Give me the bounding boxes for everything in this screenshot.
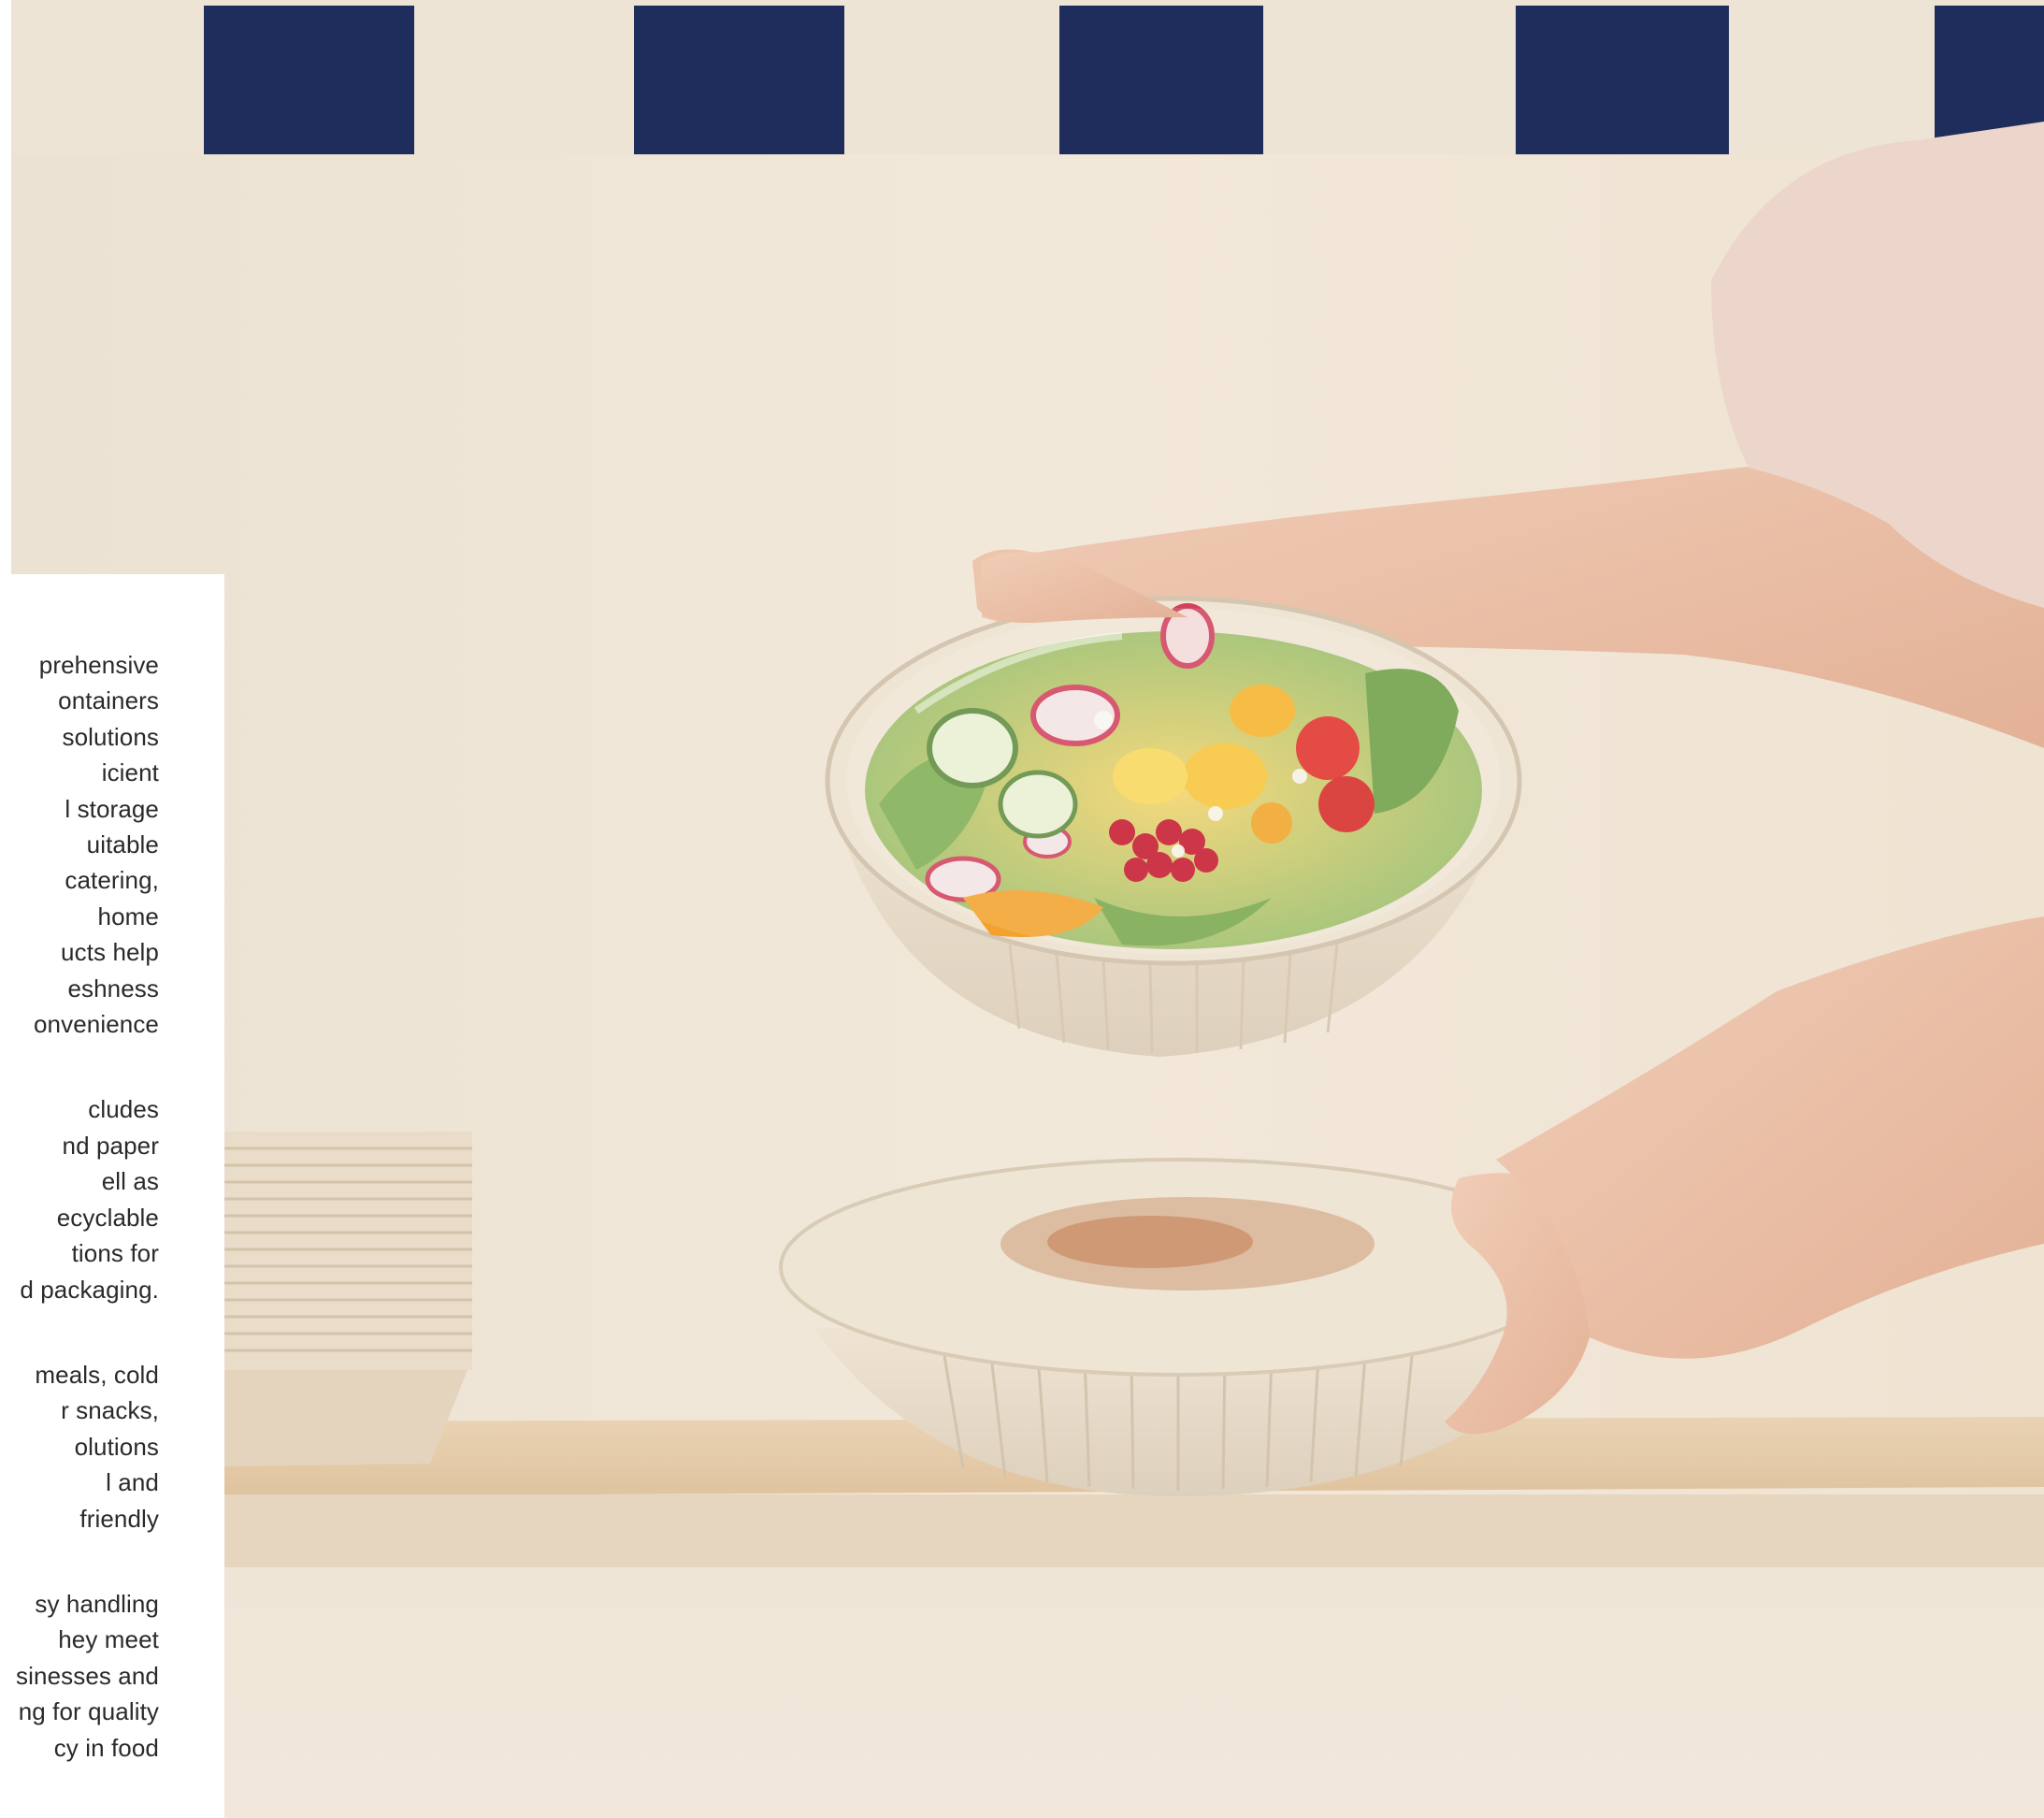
paragraph-benefits: sy handling hey meet sinesses and ng for… — [0, 1586, 159, 1766]
product-photo — [0, 0, 2044, 1818]
text-line: catering, — [65, 866, 159, 895]
text-line: ng for quality — [18, 1697, 159, 1726]
text-line: ontainers — [58, 686, 159, 715]
text-line: ucts help — [61, 938, 159, 967]
text-line: tions for — [71, 1239, 159, 1268]
text-line: ecyclable — [56, 1203, 159, 1232]
text-line: meals, cold — [35, 1360, 159, 1389]
text-line: l and — [106, 1468, 159, 1497]
text-line: r snacks, — [61, 1396, 159, 1425]
text-line: cy in food — [53, 1733, 159, 1762]
text-line: solutions — [62, 722, 159, 751]
paragraph-materials: cludes nd paper ell as ecyclable tions f… — [0, 1091, 159, 1306]
text-line: home — [97, 902, 159, 931]
text-line: l storage — [65, 794, 159, 823]
paragraph-intro: prehensive ontainers solutions icient l … — [0, 647, 159, 1042]
text-line: ell as — [101, 1167, 159, 1196]
description-panel: prehensive ontainers solutions icient l … — [0, 574, 224, 1818]
text-line: prehensive — [38, 651, 159, 679]
text-line: onvenience — [34, 1010, 159, 1039]
text-line: eshness — [67, 974, 159, 1003]
text-line: icient — [101, 758, 159, 787]
paragraph-uses: meals, cold r snacks, olutions l and fri… — [0, 1357, 159, 1537]
text-line: friendly — [79, 1504, 159, 1533]
text-line: hey meet — [58, 1625, 159, 1654]
text-line: nd paper — [62, 1131, 159, 1160]
text-line: sinesses and — [16, 1661, 159, 1690]
text-line: olutions — [74, 1432, 159, 1461]
text-line: d packaging. — [20, 1275, 159, 1304]
text-line: uitable — [86, 830, 159, 859]
text-line: cludes — [88, 1095, 159, 1124]
text-line: sy handling — [35, 1589, 159, 1618]
description-text: prehensive ontainers solutions icient l … — [0, 647, 159, 1815]
